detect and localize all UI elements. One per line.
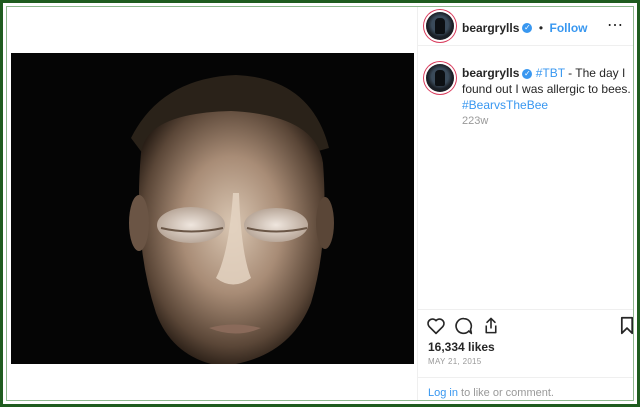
action-bar bbox=[418, 309, 633, 310]
bookmark-icon[interactable] bbox=[619, 316, 634, 335]
login-link[interactable]: Log in bbox=[428, 387, 458, 399]
likes-count[interactable]: 16,334 likes bbox=[428, 340, 495, 354]
share-icon[interactable] bbox=[482, 316, 500, 335]
post-photo[interactable] bbox=[11, 53, 414, 364]
verified-badge-icon: ✓ bbox=[522, 22, 533, 33]
screenshot-frame: beargrylls ✓ • Follow ⋯ beargrylls ✓ #TBT … bbox=[0, 0, 640, 407]
header-username[interactable]: beargrylls bbox=[462, 21, 519, 35]
avatar[interactable] bbox=[426, 12, 454, 40]
header-user-row: beargrylls ✓ • Follow bbox=[462, 19, 587, 37]
login-prompt: Log in to like or comment. bbox=[428, 387, 554, 399]
post-time-ago[interactable]: 223w bbox=[462, 115, 488, 127]
verified-badge-icon: ✓ bbox=[522, 68, 533, 79]
login-bar: Log in to like or comment. bbox=[418, 377, 633, 400]
follow-button[interactable]: Follow bbox=[549, 21, 587, 35]
post-side-panel: beargrylls ✓ • Follow ⋯ beargrylls ✓ #TBT … bbox=[417, 7, 633, 400]
heart-icon[interactable] bbox=[426, 317, 446, 335]
face-photo-illustration bbox=[11, 53, 414, 364]
caption-username[interactable]: beargrylls bbox=[462, 66, 519, 80]
more-options-icon[interactable]: ⋯ bbox=[607, 15, 623, 35]
post-container: beargrylls ✓ • Follow ⋯ beargrylls ✓ #TBT … bbox=[6, 6, 634, 401]
hashtag-bearvsthebee[interactable]: #BearvsTheBee bbox=[462, 98, 548, 112]
hashtag-tbt[interactable]: #TBT bbox=[536, 66, 565, 80]
post-caption: beargrylls ✓ #TBT - The day I found out I… bbox=[462, 65, 633, 113]
login-suffix: to like or comment. bbox=[457, 387, 554, 399]
comment-icon[interactable] bbox=[454, 317, 474, 335]
post-date: MAY 21, 2015 bbox=[428, 357, 482, 366]
post-header: beargrylls ✓ • Follow ⋯ bbox=[418, 7, 633, 46]
header-separator: • bbox=[538, 21, 544, 35]
caption-avatar[interactable] bbox=[426, 64, 454, 92]
